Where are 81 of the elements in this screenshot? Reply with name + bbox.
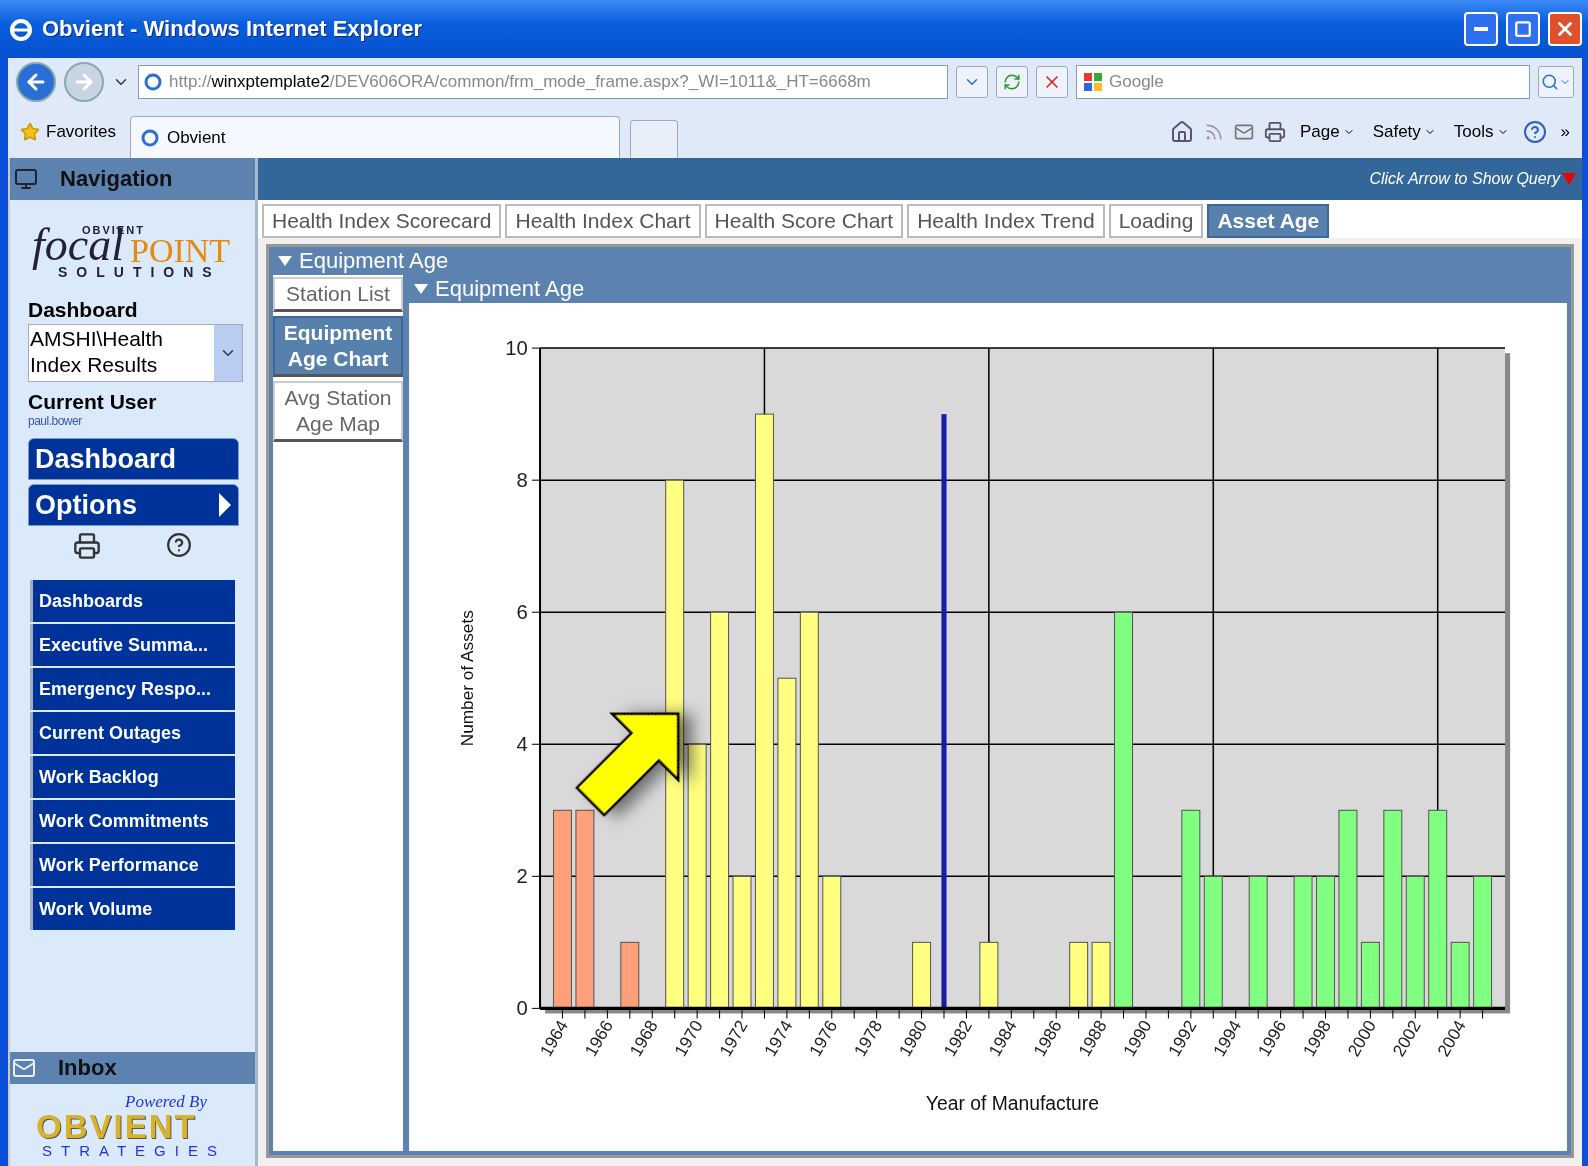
- panel-title: Equipment Age: [299, 248, 449, 274]
- tab[interactable]: Health Index Scorecard: [262, 204, 502, 238]
- tab[interactable]: Asset Age: [1207, 204, 1330, 238]
- nav-item[interactable]: Emergency Respo...: [30, 668, 235, 710]
- search-field[interactable]: Google: [1076, 65, 1530, 99]
- back-button[interactable]: [16, 62, 56, 102]
- y-tick-label: 8: [516, 469, 528, 492]
- panel-title: Navigation: [60, 166, 173, 192]
- y-tick-label: 4: [516, 733, 528, 756]
- refresh-button[interactable]: [996, 66, 1028, 98]
- help-icon[interactable]: [1522, 120, 1547, 144]
- tab[interactable]: Health Index Chart: [505, 204, 701, 238]
- y-tick-label: 2: [516, 865, 528, 888]
- y-tick-label: 6: [516, 601, 528, 624]
- browser-logo-icon: [8, 16, 34, 42]
- bar: [912, 941, 932, 1009]
- y-tick-label: 10: [505, 337, 528, 360]
- minimize-icon: [1474, 27, 1488, 31]
- favorites-button[interactable]: Favorites: [16, 120, 120, 144]
- query-hint[interactable]: Click Arrow to Show Query: [1369, 170, 1576, 188]
- inbox-icon: [12, 1056, 36, 1080]
- print-icon[interactable]: [72, 532, 101, 560]
- address-field[interactable]: http://winxptemplate2/DEV606ORA/common/frm_mode_frame.aspx?_WI=1011&_HT=6668m: [138, 65, 948, 99]
- address-dropdown-button[interactable]: [956, 66, 988, 98]
- sub-tab[interactable]: Avg Station Age Map: [273, 381, 403, 442]
- obvient-logo: Powered By OBVIENT STRATEGIES: [35, 1091, 227, 1161]
- bar: [1069, 941, 1089, 1009]
- toolbar-menu[interactable]: Page: [1295, 122, 1359, 142]
- help-icon[interactable]: [166, 532, 193, 558]
- mail-icon[interactable]: [1233, 122, 1254, 142]
- nav-item[interactable]: Work Backlog: [30, 756, 235, 798]
- star-icon: [20, 122, 40, 142]
- bar: [979, 941, 999, 1009]
- panel-title: Inbox: [58, 1055, 117, 1081]
- sub-tab[interactable]: Equipment Age Chart: [273, 316, 403, 377]
- maximize-button[interactable]: [1506, 12, 1540, 46]
- nav-item[interactable]: Work Volume: [30, 888, 235, 930]
- nav-item[interactable]: Work Performance: [30, 844, 235, 886]
- search-button[interactable]: [1538, 66, 1574, 98]
- menu-button[interactable]: Dashboard: [28, 438, 239, 480]
- stop-button[interactable]: [1036, 66, 1068, 98]
- search-provider-icon: [1083, 72, 1103, 92]
- toolbar-menu[interactable]: Tools: [1449, 122, 1513, 142]
- bar: [1360, 941, 1380, 1009]
- y-axis-title: Number of Assets: [457, 610, 477, 747]
- home-icon[interactable]: [1169, 120, 1194, 144]
- new-tab-button[interactable]: [629, 120, 678, 158]
- window-title: Obvient - Windows Internet Explorer: [42, 16, 423, 42]
- collapse-icon[interactable]: [413, 283, 429, 295]
- collapse-icon[interactable]: [277, 255, 293, 267]
- tab[interactable]: Loading: [1108, 204, 1204, 238]
- nav-item[interactable]: Executive Summa...: [30, 624, 235, 666]
- nav-item[interactable]: Work Commitments: [30, 800, 235, 842]
- nav-item[interactable]: Dashboards: [30, 580, 235, 622]
- close-button[interactable]: [1548, 12, 1582, 46]
- bar: [1091, 941, 1111, 1009]
- sub-tab[interactable]: Station List: [273, 277, 403, 312]
- minimize-button[interactable]: [1464, 12, 1498, 46]
- bar: [1450, 941, 1470, 1009]
- browser-tab[interactable]: Obvient: [129, 116, 620, 158]
- nav-item[interactable]: Current Outages: [30, 712, 235, 754]
- menu-button[interactable]: Options: [28, 484, 239, 526]
- more-tools-button[interactable]: »: [1556, 122, 1574, 142]
- refresh-icon: [1003, 73, 1021, 91]
- bar: [620, 941, 640, 1009]
- print-icon[interactable]: [1263, 121, 1286, 143]
- field-label: Dashboard: [28, 298, 139, 322]
- dashboard-select[interactable]: AMSHI\Health Index Results: [28, 324, 243, 382]
- submenu-arrow-icon: [218, 492, 232, 518]
- x-axis-title: Year of Manufacture: [925, 1092, 1099, 1114]
- dropdown-triangle-icon: [1562, 173, 1576, 185]
- search-icon: [1541, 73, 1559, 91]
- toolbar-menu[interactable]: Safety: [1368, 122, 1440, 142]
- panel-title: Equipment Age: [435, 276, 585, 302]
- y-tick-label: 0: [516, 997, 528, 1020]
- tab[interactable]: Health Index Trend: [907, 204, 1105, 238]
- user-name: paul.bower: [28, 414, 83, 428]
- field-label: Current User: [28, 390, 158, 414]
- maximize-icon: [1514, 20, 1532, 38]
- forward-button[interactable]: [64, 62, 104, 102]
- tab[interactable]: Health Score Chart: [704, 204, 904, 238]
